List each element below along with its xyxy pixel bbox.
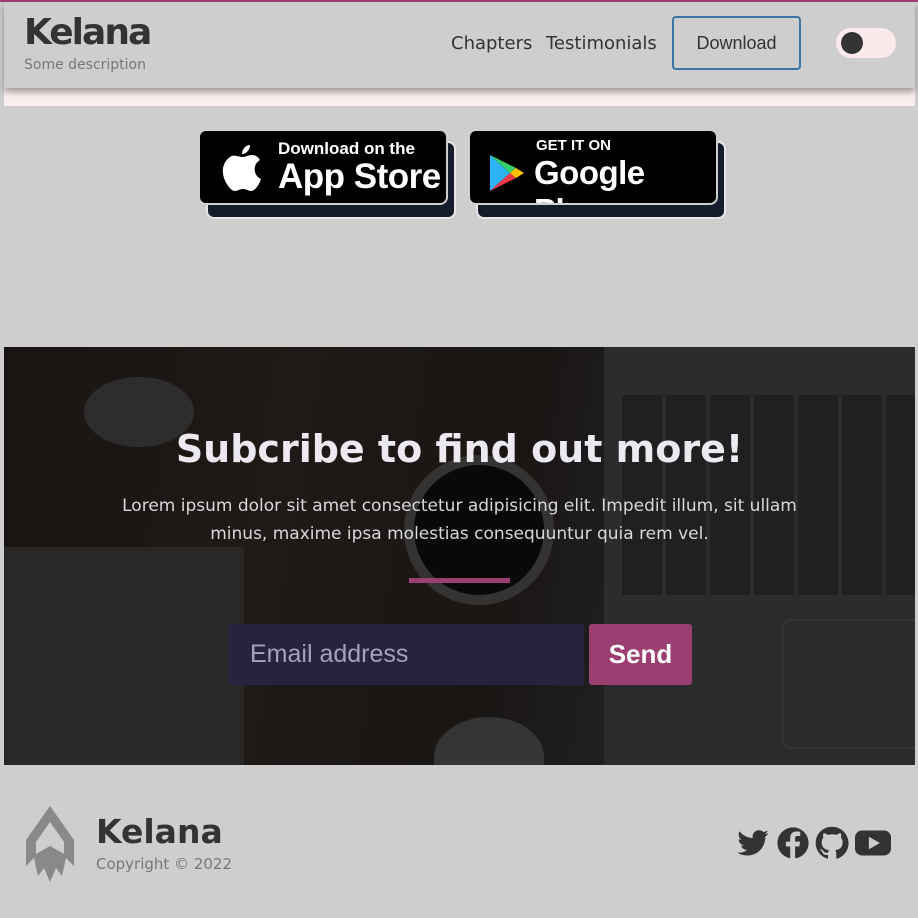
download-button[interactable]: Download [672,16,801,70]
theme-toggle[interactable] [836,28,896,58]
github-icon[interactable] [815,826,849,860]
youtube-icon[interactable] [855,826,891,860]
facebook-icon[interactable] [776,826,810,860]
nav-link-testimonials[interactable]: Testimonials [546,33,657,54]
kelana-logo-icon [26,806,74,882]
brand-title[interactable]: Kelana [24,12,152,53]
subscribe-section: Subcribe to find out more! Lorem ipsum d… [4,347,915,765]
twitter-icon[interactable] [736,826,770,860]
footer-brand: Kelana [96,812,223,851]
toggle-knob-icon [841,32,863,54]
brand-description: Some description [24,57,146,73]
nav-link-chapters[interactable]: Chapters [451,33,532,54]
google-play-big-text: Google Play [534,154,645,203]
email-input[interactable] [228,624,584,685]
site-header: Kelana Some description Chapters Testimo… [4,2,915,88]
apple-logo-icon [222,145,261,191]
send-button[interactable]: Send [589,624,692,685]
subscribe-title: Subcribe to find out more! [175,427,744,471]
google-play-small-text: GET IT ON [536,137,611,154]
google-play-badge-body: GET IT ON Google Play [468,129,718,205]
subscribe-divider [409,578,510,583]
background-overlay [4,347,915,765]
header-underline-strip [4,88,915,106]
app-store-badge-body: Download on the App Store [198,129,448,205]
subscribe-text: Lorem ipsum dolor sit amet consectetur a… [122,496,797,544]
footer-copyright: Copyright © 2022 [96,855,233,873]
google-play-logo-icon [490,155,524,191]
app-store-big-text: App Store [278,157,441,196]
app-store-small-text: Download on the [278,139,415,158]
